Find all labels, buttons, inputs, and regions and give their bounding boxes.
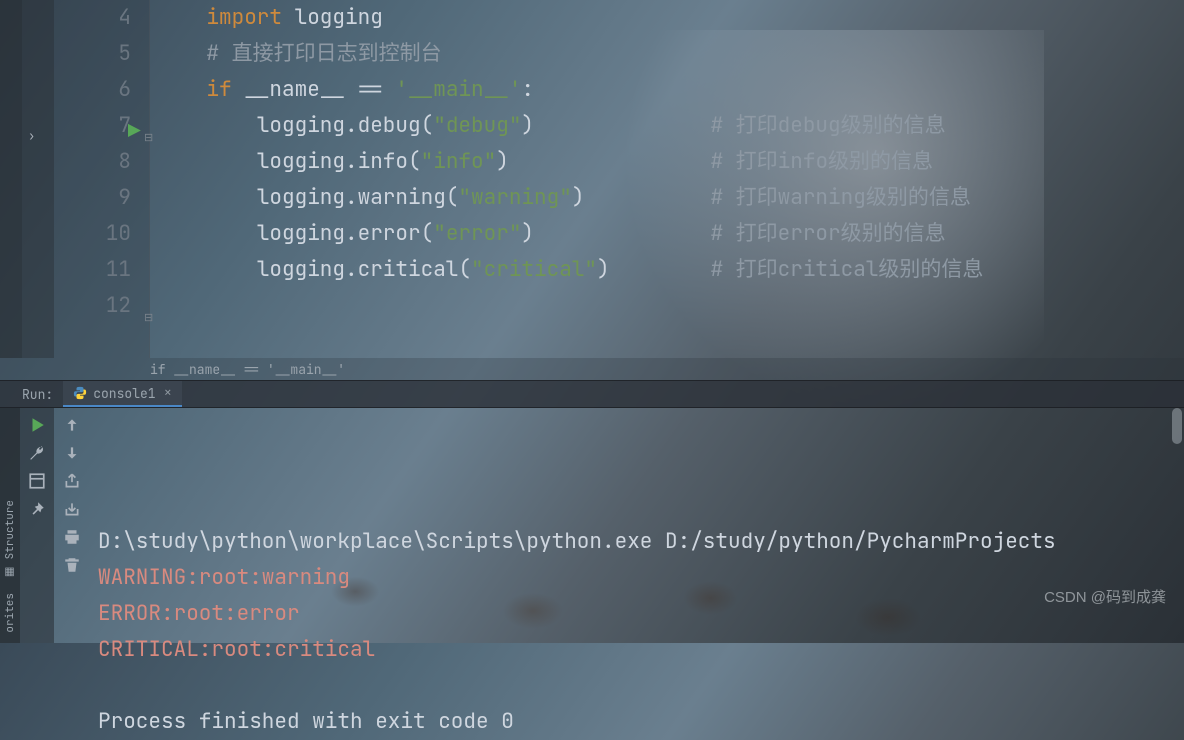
run-panel-header: Run: console1 ×	[0, 380, 1184, 408]
close-icon[interactable]: ×	[164, 384, 172, 402]
arrow-down-icon[interactable]	[63, 444, 81, 462]
line-number: 4	[54, 0, 131, 36]
wrench-icon[interactable]	[28, 444, 46, 462]
line-number: 6	[54, 72, 131, 108]
console-line: Process finished with exit code 0	[98, 704, 1184, 740]
import-icon[interactable]	[63, 500, 81, 518]
line-number: 10	[54, 216, 131, 252]
run-gutter-icon[interactable]: ▶	[128, 114, 141, 150]
code-line[interactable]: logging.error("error") # 打印error级别的信息	[156, 216, 1184, 252]
export-icon[interactable]	[63, 472, 81, 490]
play-icon[interactable]	[28, 416, 46, 434]
watermark-text: CSDN @码到成龚	[1044, 586, 1166, 607]
run-tab-console1[interactable]: console1 ×	[63, 381, 182, 407]
run-toolbar-primary	[20, 408, 54, 643]
breadcrumb-text: if __name__ == '__main__'	[150, 361, 345, 378]
console-line	[98, 668, 1184, 704]
line-number: 11	[54, 252, 131, 288]
line-number: 9	[54, 180, 131, 216]
structure-icon: ▦	[3, 560, 17, 580]
pin-icon[interactable]	[28, 500, 46, 518]
code-line[interactable]: logging.debug("debug") # 打印debug级别的信息	[156, 108, 1184, 144]
code-line[interactable]: import logging	[156, 0, 1184, 36]
code-line[interactable]: if __name__ == '__main__':	[156, 72, 1184, 108]
layout-icon[interactable]	[28, 472, 46, 490]
side-tool-tabs: orites ▦ Structure	[0, 408, 20, 643]
console-line: WARNING:root:warning	[98, 560, 1184, 596]
code-area[interactable]: import logging # 直接打印日志到控制台 if __name__ …	[150, 0, 1184, 358]
print-icon[interactable]	[63, 528, 81, 546]
line-number: 8	[54, 144, 131, 180]
breadcrumb[interactable]: if __name__ == '__main__'	[0, 358, 1184, 380]
console-line: D:\study\python\workplace\Scripts\python…	[98, 524, 1184, 560]
console-line: ERROR:root:error	[98, 596, 1184, 632]
code-line[interactable]: logging.info("info") # 打印info级别的信息	[156, 144, 1184, 180]
tab-favorites[interactable]: orites	[3, 593, 17, 633]
console-line: CRITICAL:root:critical	[98, 632, 1184, 668]
chevron-right-icon[interactable]: ›	[28, 128, 35, 144]
console-output[interactable]: D:\study\python\workplace\Scripts\python…	[90, 408, 1184, 643]
left-rail	[0, 0, 22, 358]
run-tab-label: console1	[93, 385, 155, 402]
line-number: 12	[54, 288, 131, 324]
line-number: 5	[54, 36, 131, 72]
run-toolbar-secondary	[54, 408, 90, 643]
code-line[interactable]: # 直接打印日志到控制台	[156, 36, 1184, 72]
fold-icon[interactable]: ⊟	[144, 300, 153, 336]
code-line[interactable]: logging.critical("critical") # 打印critica…	[156, 252, 1184, 288]
trash-icon[interactable]	[63, 556, 81, 574]
scrollbar-thumb[interactable]	[1172, 408, 1182, 444]
code-line[interactable]: logging.warning("warning") # 打印warning级别…	[156, 180, 1184, 216]
line-number: 7	[54, 108, 131, 144]
editor-pane: › 4567▶⊟89101112⊟ import logging # 直接打印日…	[0, 0, 1184, 358]
tab-structure[interactable]: ▦ Structure	[3, 500, 17, 579]
arrow-up-icon[interactable]	[63, 416, 81, 434]
run-panel-body: orites ▦ Structure D:\study\python\workp…	[0, 408, 1184, 643]
fold-icon[interactable]: ⊟	[144, 120, 153, 156]
python-icon	[73, 386, 87, 400]
project-tree-collapsed[interactable]: ›	[22, 0, 54, 358]
line-number-gutter[interactable]: 4567▶⊟89101112⊟	[54, 0, 150, 358]
run-label: Run:	[0, 386, 63, 403]
